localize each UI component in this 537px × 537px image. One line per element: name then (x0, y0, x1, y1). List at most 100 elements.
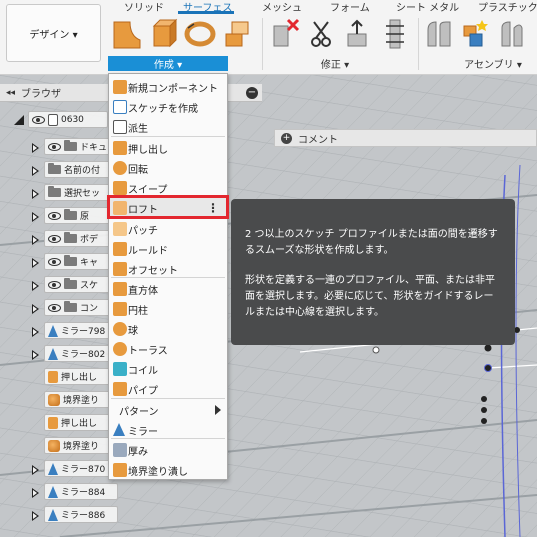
loft-tool-icon[interactable] (222, 18, 252, 50)
extrude-feature-icon (48, 370, 58, 383)
trim-tool-icon[interactable] (306, 18, 336, 50)
menu-item-label: トーラス (128, 345, 168, 357)
visibility-eye-icon[interactable] (48, 211, 61, 220)
expand-arrow-icon[interactable] (32, 488, 39, 498)
menu-item-coil[interactable]: コイル (109, 359, 227, 379)
create-group-dropdown[interactable]: 作成 ▾ (108, 56, 228, 71)
visibility-eye-icon[interactable] (48, 280, 61, 289)
menu-item-offset[interactable]: オフセット (109, 259, 227, 279)
browser-row-label: ミラー886 (61, 511, 106, 521)
menu-item-label: パターン (119, 406, 159, 418)
menu-item-extrude[interactable]: 押し出し (109, 138, 227, 158)
menu-item-boundary-fill[interactable]: 境界塗り潰し (109, 460, 227, 480)
assemble-group-dropdown[interactable]: アセンブリ ▾ (458, 56, 528, 71)
root-component-row[interactable]: 0630 (28, 111, 108, 128)
expand-arrow-icon[interactable] (32, 465, 39, 475)
expand-arrow-icon[interactable] (32, 166, 39, 176)
new-component-tool-icon[interactable] (460, 18, 490, 50)
browser-row-label: ミラー870 (61, 465, 106, 475)
modify-group-dropdown[interactable]: 修正 ▾ (300, 56, 370, 71)
browser-row[interactable]: ミラー802 (44, 345, 118, 362)
browser-row[interactable]: ボデ (44, 230, 118, 247)
minimize-icon[interactable]: − (246, 87, 258, 99)
visibility-eye-icon[interactable] (48, 234, 61, 243)
expand-arrow-icon[interactable] (32, 327, 39, 337)
create-group-label: 作成 ▾ (153, 60, 183, 71)
tab-sheet-metal[interactable]: シート メタル (396, 0, 459, 14)
box-icon (113, 282, 127, 296)
revolve-tool-icon[interactable] (184, 18, 216, 50)
expand-arrow-icon[interactable] (32, 304, 39, 314)
menu-item-ruled[interactable]: ルールド (109, 239, 227, 259)
browser-row[interactable]: 押し出し (44, 414, 118, 431)
toolbar-ribbon: デザイン ▾ ソリッド サーフェス メッシュ フォーム シート メタル プラスチ… (0, 0, 537, 75)
joint-tool-icon[interactable] (424, 18, 454, 50)
boundary-fill-icon (113, 463, 127, 477)
comments-panel-header[interactable]: + コメント (274, 129, 537, 147)
patch-tool-icon[interactable] (112, 18, 142, 50)
expand-arrow-icon[interactable] (32, 189, 39, 199)
browser-row[interactable]: スケ (44, 276, 118, 293)
menu-item-sphere[interactable]: 球 (109, 319, 227, 339)
expand-arrow-icon[interactable] (32, 511, 39, 521)
browser-row[interactable]: 境界塗り (44, 391, 118, 408)
browser-row[interactable]: ドキュメント (44, 138, 118, 155)
browser-row[interactable]: ミラー798 (44, 322, 118, 339)
menu-item-label: 回転 (128, 164, 148, 176)
visibility-eye-icon[interactable] (48, 303, 61, 312)
browser-row[interactable]: 押し出し (44, 368, 118, 385)
browser-row[interactable]: コン (44, 299, 118, 316)
menu-item-pattern[interactable]: パターン (109, 400, 227, 420)
tab-form[interactable]: フォーム (330, 0, 370, 14)
menu-item-box[interactable]: 直方体 (109, 279, 227, 299)
visibility-eye-icon[interactable] (48, 142, 61, 151)
menu-item-new-component[interactable]: 新規コンポーネント (109, 77, 227, 97)
browser-row[interactable]: ミラー870 (44, 460, 118, 477)
extend-tool-icon[interactable] (342, 18, 372, 50)
browser-row[interactable]: キャ (44, 253, 118, 270)
browser-row[interactable]: ミラー884 (44, 483, 118, 500)
visibility-eye-icon[interactable] (48, 257, 61, 266)
tab-mesh[interactable]: メッシュ (262, 0, 302, 14)
expand-arrow-icon[interactable] (32, 258, 39, 268)
menu-item-label: ミラー (128, 426, 158, 438)
menu-item-torus[interactable]: トーラス (109, 339, 227, 359)
menu-item-pipe[interactable]: パイプ (109, 379, 227, 399)
visibility-eye-icon[interactable] (32, 115, 45, 124)
folder-icon (48, 163, 61, 174)
expand-arrow-icon[interactable] (32, 143, 39, 153)
menu-item-cylinder[interactable]: 円柱 (109, 299, 227, 319)
menu-item-derive[interactable]: 派生 (109, 117, 227, 137)
workspace-switcher-button[interactable]: デザイン ▾ (6, 4, 101, 62)
menu-item-label: スケッチを作成 (128, 103, 198, 115)
menu-item-thicken[interactable]: 厚み (109, 440, 227, 460)
mirror-icon (113, 423, 125, 436)
menu-item-patch[interactable]: パッチ (109, 219, 227, 239)
stitch-tool-icon[interactable] (380, 18, 410, 50)
add-comment-icon[interactable]: + (281, 132, 292, 144)
browser-row[interactable]: 名前の付 (44, 161, 118, 178)
expand-arrow-icon[interactable] (32, 281, 39, 291)
expand-arrow-icon[interactable] (32, 350, 39, 360)
as-built-joint-tool-icon[interactable] (496, 18, 526, 50)
extrude-tool-icon[interactable] (148, 18, 178, 50)
expand-down-icon[interactable] (14, 115, 24, 125)
browser-row-label: 境界塗り (63, 396, 100, 406)
mirror-feature-icon (48, 347, 58, 360)
menu-item-create-sketch[interactable]: スケッチを作成 (109, 97, 227, 117)
collapse-panel-icon[interactable]: ◂◂ (6, 88, 15, 98)
thicken-icon (113, 443, 127, 457)
browser-row[interactable]: 境界塗り (44, 437, 118, 454)
menu-item-revolve[interactable]: 回転 (109, 158, 227, 178)
assemble-group-label: アセンブリ ▾ (464, 60, 522, 71)
delete-tool-icon[interactable] (270, 18, 300, 50)
menu-item-mirror[interactable]: ミラー (109, 420, 227, 440)
create-sketch-icon (113, 100, 127, 114)
browser-row[interactable]: ミラー886 (44, 506, 118, 523)
expand-arrow-icon[interactable] (32, 235, 39, 245)
tab-solid[interactable]: ソリッド (124, 0, 164, 14)
expand-arrow-icon[interactable] (32, 212, 39, 222)
folder-icon (64, 140, 77, 151)
tab-plastic[interactable]: プラスチック (478, 0, 537, 14)
menu-item-label: 厚み (128, 446, 148, 458)
